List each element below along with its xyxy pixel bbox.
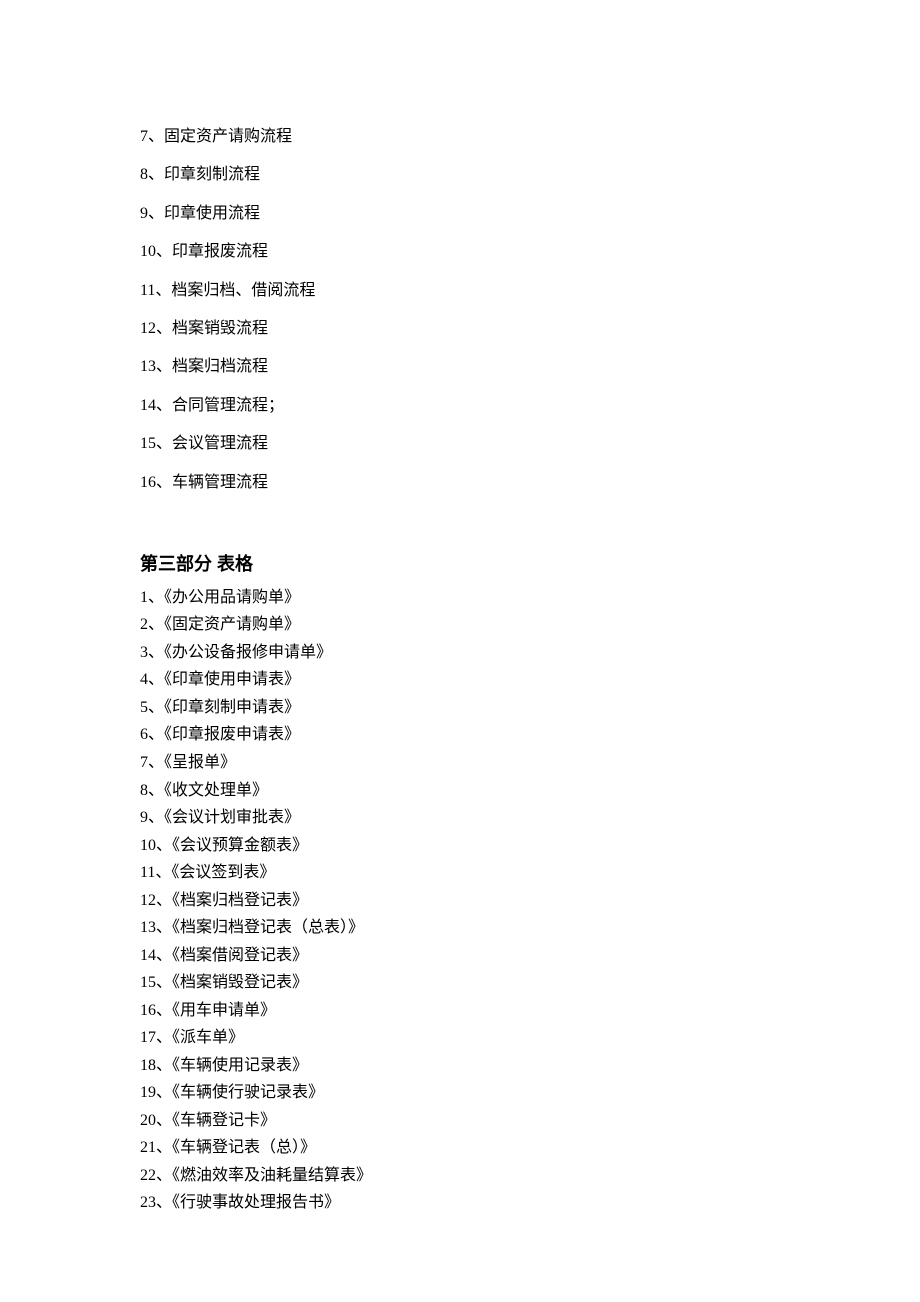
form-item: 9、《会议计划审批表》 xyxy=(140,804,920,832)
process-item: 7、固定资产请购流程 xyxy=(140,118,920,156)
process-item: 15、会议管理流程 xyxy=(140,425,920,463)
process-item: 10、印章报废流程 xyxy=(140,233,920,271)
form-item: 14、《档案借阅登记表》 xyxy=(140,942,920,970)
process-item: 16、车辆管理流程 xyxy=(140,464,920,502)
process-item: 13、档案归档流程 xyxy=(140,348,920,386)
form-item: 12、《档案归档登记表》 xyxy=(140,887,920,915)
form-item: 1、《办公用品请购单》 xyxy=(140,584,920,612)
process-list: 7、固定资产请购流程8、印章刻制流程9、印章使用流程10、印章报废流程11、档案… xyxy=(140,118,920,502)
form-item: 2、《固定资产请购单》 xyxy=(140,611,920,639)
form-item: 10、《会议预算金额表》 xyxy=(140,832,920,860)
form-item: 22、《燃油效率及油耗量结算表》 xyxy=(140,1162,920,1190)
process-item: 11、档案归档、借阅流程 xyxy=(140,272,920,310)
process-item: 8、印章刻制流程 xyxy=(140,156,920,194)
section-heading: 第三部分 表格 xyxy=(140,550,920,576)
form-item: 17、《派车单》 xyxy=(140,1024,920,1052)
form-item: 7、《呈报单》 xyxy=(140,749,920,777)
form-list: 1、《办公用品请购单》2、《固定资产请购单》3、《办公设备报修申请单》4、《印章… xyxy=(140,584,920,1217)
form-item: 4、《印章使用申请表》 xyxy=(140,666,920,694)
form-item: 5、《印章刻制申请表》 xyxy=(140,694,920,722)
form-item: 19、《车辆使行驶记录表》 xyxy=(140,1079,920,1107)
form-item: 8、《收文处理单》 xyxy=(140,777,920,805)
form-item: 18、《车辆使用记录表》 xyxy=(140,1052,920,1080)
form-item: 15、《档案销毁登记表》 xyxy=(140,969,920,997)
form-item: 21、《车辆登记表（总）》 xyxy=(140,1134,920,1162)
form-item: 23、《行驶事故处理报告书》 xyxy=(140,1189,920,1217)
form-item: 3、《办公设备报修申请单》 xyxy=(140,639,920,667)
process-item: 12、档案销毁流程 xyxy=(140,310,920,348)
form-item: 20、《车辆登记卡》 xyxy=(140,1107,920,1135)
form-item: 16、《用车申请单》 xyxy=(140,997,920,1025)
form-item: 11、《会议签到表》 xyxy=(140,859,920,887)
process-item: 14、合同管理流程； xyxy=(140,387,920,425)
process-item: 9、印章使用流程 xyxy=(140,195,920,233)
form-item: 13、《档案归档登记表（总表）》 xyxy=(140,914,920,942)
form-item: 6、《印章报废申请表》 xyxy=(140,721,920,749)
